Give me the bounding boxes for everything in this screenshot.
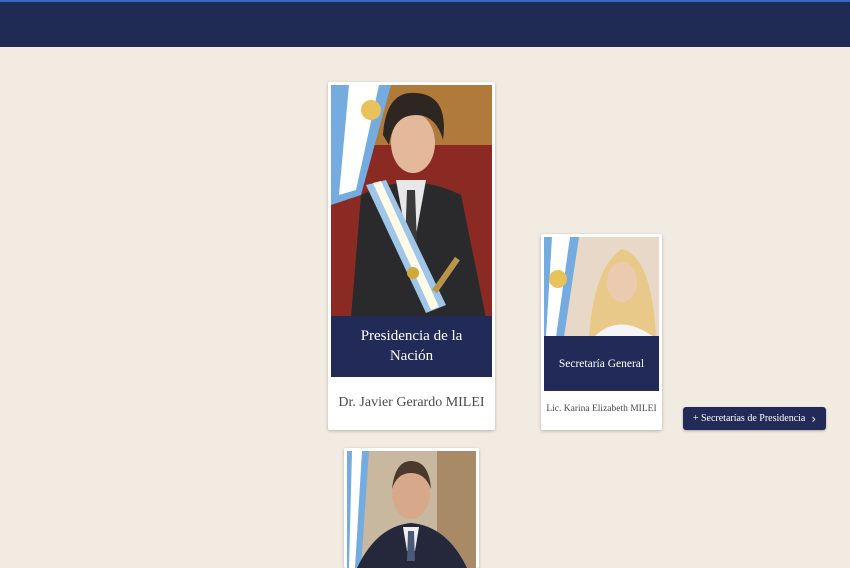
secretarias-presidencia-label: + Secretarías de Presidencia [692,413,806,424]
presidencia-name: Dr. Javier Gerardo MILEI [338,395,485,411]
third-photo [347,451,476,568]
president-photo [331,85,492,318]
secretaria-photo [544,237,659,337]
top-navbar [0,0,850,47]
secretaria-title: Secretaría General [544,336,659,391]
secretaria-name: Lic. Karina Elizabeth MILEI [546,403,657,414]
secretarias-presidencia-button[interactable]: + Secretarías de Presidencia › [683,407,826,430]
chevron-right-icon: › [811,411,817,426]
org-card-presidencia[interactable]: Presidencia de la Nación Dr. Javier Gera… [328,82,495,430]
org-card-secretaria-general[interactable]: Secretaría General Lic. Karina Elizabeth… [541,234,662,430]
org-card-third[interactable] [344,448,479,568]
presidencia-title: Presidencia de la Nación [331,316,492,377]
